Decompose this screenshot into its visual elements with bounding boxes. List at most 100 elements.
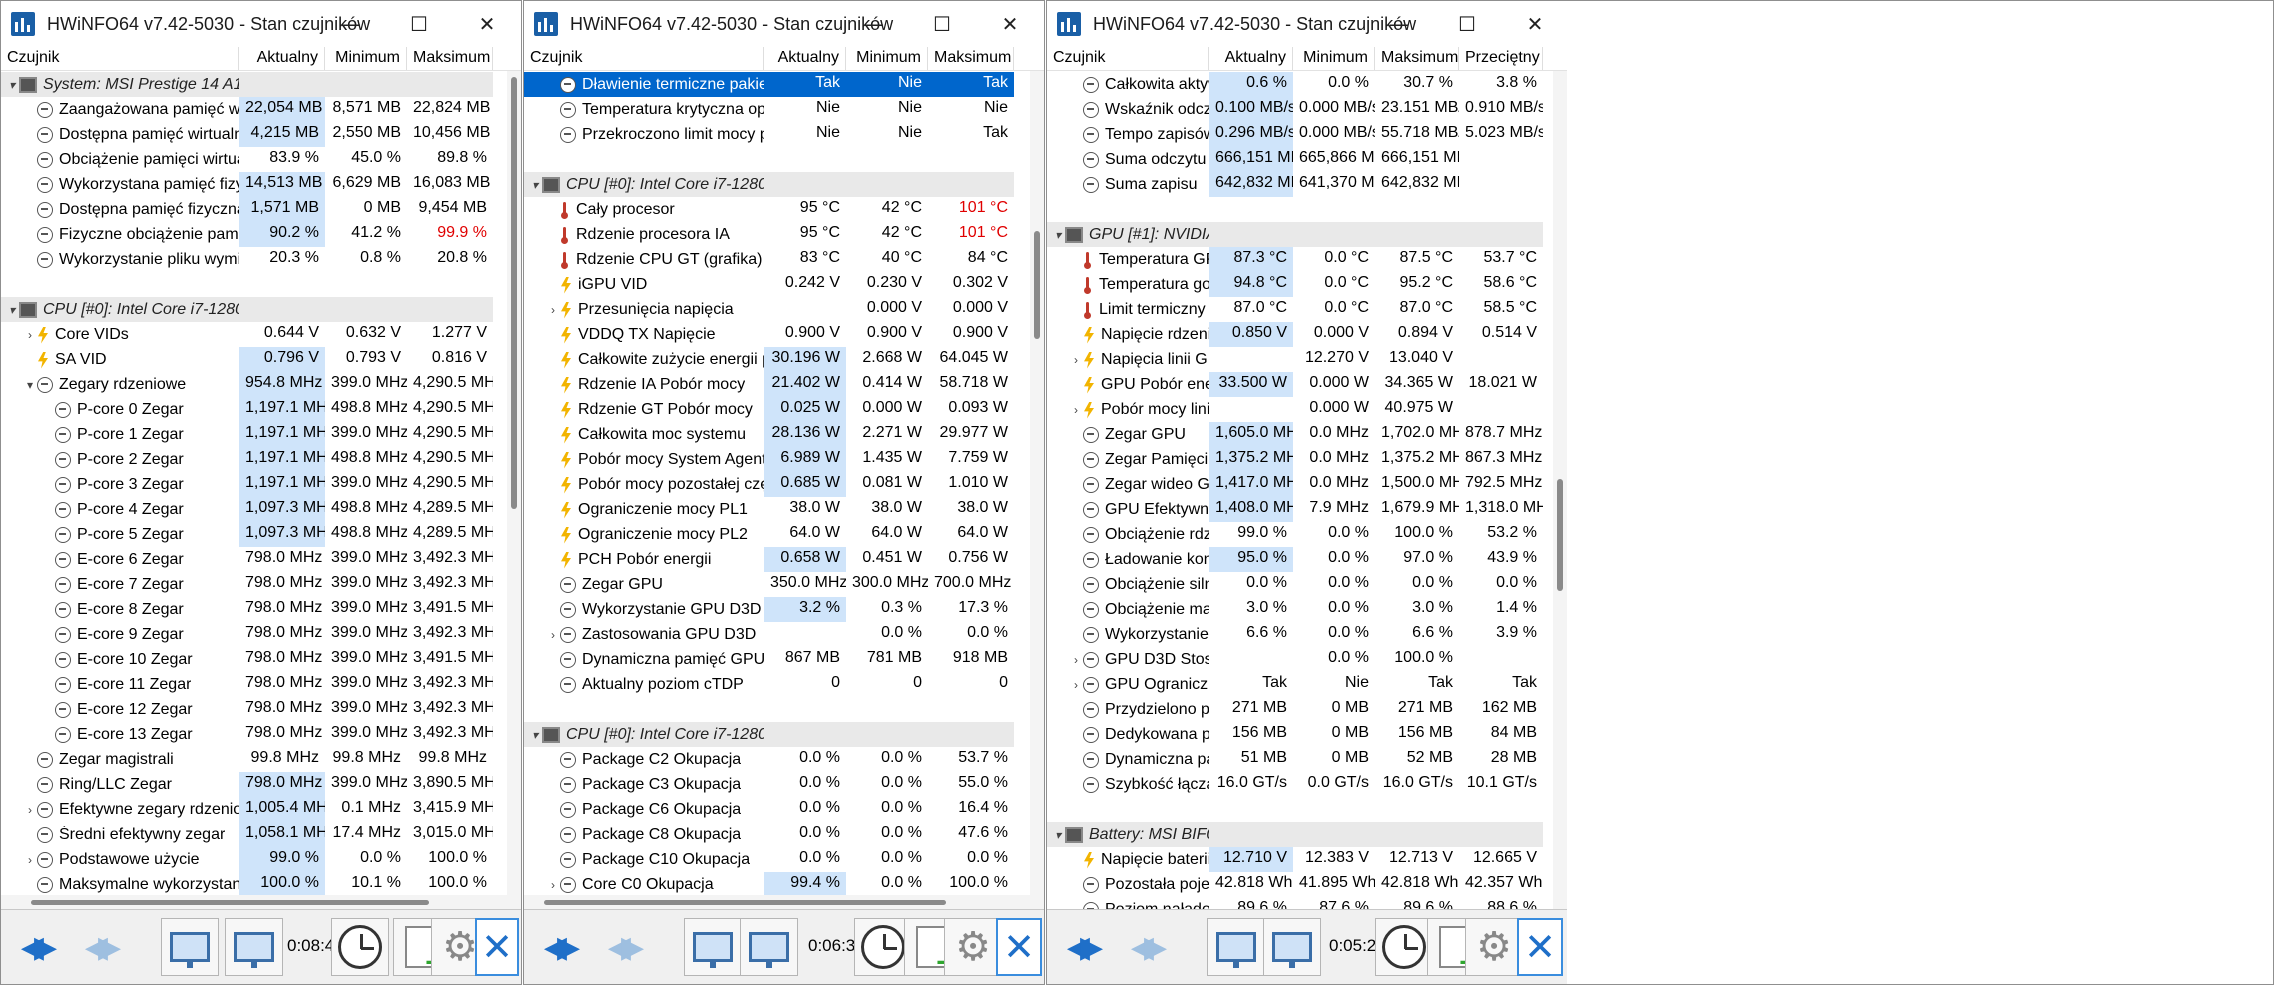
title-bar[interactable]: HWiNFO64 v7.42-5030 - Stan czujników — ☐… — [1, 1, 521, 47]
sensor-row[interactable]: Średni efektywny zegar 1,058.1 MHz 17.4 MH… — [1, 822, 493, 847]
sensor-row[interactable]: Wskaźnik odczytów0.100 MB/s 0.000 MB/s 23.… — [1047, 97, 1543, 122]
clock-reset-button[interactable] — [331, 918, 389, 976]
sensor-row[interactable]: Napięcie baterii 12.710 V 12.383 V 12.713 V… — [1047, 847, 1543, 872]
expand-chevron-icon[interactable]: › — [1069, 353, 1083, 367]
sensor-row[interactable]: E-core 7 Zegar 798.0 MHz 399.0 MHz 3,492.3 … — [1, 572, 493, 597]
sensor-row[interactable]: Cały procesor 95 °C 42 °C 101 °C — [524, 197, 1014, 222]
sensor-row[interactable]: SA VID 0.796 V 0.793 V 0.816 V — [1, 347, 493, 372]
sensor-row[interactable]: E-core 10 Zegar 798.0 MHz 399.0 MHz 3,491.5… — [1, 647, 493, 672]
column-header-max[interactable]: Maksimum — [928, 47, 1014, 70]
title-bar[interactable]: HWiNFO64 v7.42-5030 - Stan czujników — ☐… — [1047, 1, 1569, 47]
column-header-min[interactable]: Minimum — [846, 47, 928, 70]
close-window-button[interactable]: ✕ — [453, 1, 521, 47]
sensor-row[interactable]: › GPU D3D Stosowanie 0.0 % 100.0 % — [1047, 647, 1543, 672]
column-header-max[interactable]: Maksimum — [1375, 47, 1459, 70]
sensor-row[interactable]: › Podstawowe użycie 99.0 % 0.0 % 100.0 % — [1, 847, 493, 872]
clock-reset-button[interactable] — [1375, 918, 1433, 976]
sensor-group-header[interactable]: ▾ Battery: MSI BIF0_9 — [1047, 822, 1543, 847]
sensor-row[interactable]: › Napięcia linii GPU 12.270 V 13.040 V — [1047, 347, 1543, 372]
collapse-chevron-icon[interactable]: ▾ — [1051, 828, 1065, 842]
sensor-group-header[interactable]: ▾ CPU [#0]: Intel Core i7-1280P: Enha... — [524, 172, 1014, 197]
sensor-row[interactable]: P-core 5 Zegar 1,097.3 MHz 498.8 MHz 4,289.… — [1, 522, 493, 547]
column-header-current[interactable]: Aktualny — [1209, 47, 1293, 70]
maximize-button[interactable]: ☐ — [908, 1, 976, 47]
column-header-min[interactable]: Minimum — [325, 47, 407, 70]
navigate-arrows-dim-button[interactable]: ◀▶ — [1115, 918, 1173, 976]
minimize-button[interactable]: — — [1365, 1, 1433, 47]
sensor-row[interactable]: iGPU VID 0.242 V 0.230 V 0.302 V — [524, 272, 1014, 297]
sensor-row[interactable]: GPU Pobór energii33.500 W 0.000 W 34.365 W… — [1047, 372, 1543, 397]
sensor-row[interactable]: P-core 2 Zegar 1,197.1 MHz 498.8 MHz 4,290.… — [1, 447, 493, 472]
sensor-row[interactable]: Zegar magistrali 99.8 MHz 99.8 MHz 99.8 MHz — [1, 747, 493, 772]
sensor-row[interactable]: Wykorzystanie pamięci... 6.6 % 0.0 % 6.6 % 3… — [1047, 622, 1543, 647]
sensor-row[interactable]: Package C2 Okupacja 0.0 % 0.0 % 53.7 % — [524, 747, 1014, 772]
expand-chevron-icon[interactable]: › — [23, 328, 37, 342]
sensor-row[interactable]: Zegar wideo GPU1,417.0 MHz 0.0 MHz 1,500.0… — [1047, 472, 1543, 497]
sensor-row[interactable]: Dynamiczna pamięć G... 51 MB 0 MB 52 MB 28 M… — [1047, 747, 1543, 772]
sensor-group-header[interactable]: ▾ GPU [#1]: NVIDIA Ge... — [1047, 222, 1543, 247]
expand-chevron-icon[interactable]: › — [546, 303, 560, 317]
sensor-row[interactable]: › Efektywne zegary rdzeniowe1,005.4 MHz 0.… — [1, 797, 493, 822]
sensor-row[interactable]: › Zastosowania GPU D3D 0.0 % 0.0 % — [524, 622, 1014, 647]
horizontal-scrollbar[interactable] — [1, 895, 521, 909]
sensor-row[interactable]: E-core 6 Zegar 798.0 MHz 399.0 MHz 3,492.3 … — [1, 547, 493, 572]
sensor-group-header[interactable]: ▾ CPU [#0]: Intel Core i7-1280P: C-Sta... — [524, 722, 1014, 747]
collapse-chevron-icon[interactable]: ▾ — [528, 728, 542, 742]
expand-chevron-icon[interactable]: › — [23, 853, 37, 867]
sensor-row[interactable]: Obciążenie pamięci wirtualnej 83.9 % 45.0 … — [1, 147, 493, 172]
sensor-row[interactable]: Tempo zapisów 0.296 MB/s 0.000 MB/s 55.718 … — [1047, 122, 1543, 147]
expand-chevron-icon[interactable]: › — [1069, 653, 1083, 667]
sensor-row[interactable]: Zaangażowana pamięć wirtualna22,054 MB 8,… — [1, 97, 493, 122]
minimize-button[interactable]: — — [317, 1, 385, 47]
navigate-arrows-dim-button[interactable]: ◀▶ — [69, 918, 127, 976]
sensor-row[interactable]: P-core 4 Zegar 1,097.3 MHz 498.8 MHz 4,289.… — [1, 497, 493, 522]
sensor-row[interactable]: Maksymalne wykorzystanie procesora/100.0… — [1, 872, 493, 897]
sensor-row[interactable]: Suma odczytu666,151 MB665,866 MB666,151 … — [1047, 147, 1543, 172]
sensor-row[interactable]: › Core VIDs 0.644 V 0.632 V 1.277 V — [1, 322, 493, 347]
sensor-row[interactable]: E-core 9 Zegar 798.0 MHz 399.0 MHz 3,492.3 … — [1, 622, 493, 647]
maximize-button[interactable]: ☐ — [385, 1, 453, 47]
sensor-row[interactable]: Przydzielono pamięć G... 271 MB 0 MB 271 MB… — [1047, 697, 1543, 722]
sensor-row[interactable]: Ograniczenie mocy PL1 38.0 W 38.0 W 38.0 W — [524, 497, 1014, 522]
sensor-row[interactable]: Rdzenie procesora IA 95 °C 42 °C 101 °C — [524, 222, 1014, 247]
sensor-row[interactable]: Suma zapisu 642,832 MB 641,370 MB 642,832 M… — [1047, 172, 1543, 197]
close-window-button[interactable]: ✕ — [1501, 1, 1569, 47]
sensor-row[interactable]: Poziom naładowania 89.6 % 87.6 % 89.6 % 88.6… — [1047, 897, 1543, 909]
sensor-row[interactable]: Package C6 Okupacja 0.0 % 0.0 % 16.4 % — [524, 797, 1014, 822]
sensor-group-header[interactable]: ▾ System: MSI Prestige 14 A12UC — [1, 72, 493, 97]
expand-chevron-icon[interactable]: › — [23, 803, 37, 817]
navigate-arrows-button[interactable]: ◀▶ — [1051, 918, 1109, 976]
collapse-chevron-icon[interactable]: ▾ — [5, 303, 19, 317]
settings-button[interactable]: ⚙ — [944, 918, 1002, 976]
collapse-chevron-icon[interactable]: ▾ — [23, 378, 37, 392]
sensor-row[interactable]: Temperatura krytyczna opakowania/pi... Ni… — [524, 97, 1014, 122]
sensor-group-header[interactable]: ▾ CPU [#0]: Intel Core i7-1280P — [1, 297, 493, 322]
sensor-row[interactable]: P-core 0 Zegar 1,197.1 MHz 498.8 MHz 4,290.… — [1, 397, 493, 422]
sensor-row[interactable]: Pobór mocy System Agent 6.989 W 1.435 W 7.7… — [524, 447, 1014, 472]
expand-chevron-icon[interactable]: › — [1069, 678, 1083, 692]
sensor-row[interactable]: Rdzenie GT Pobór mocy 0.025 W 0.000 W 0.093… — [524, 397, 1014, 422]
sensor-row[interactable]: Package C8 Okupacja 0.0 % 0.0 % 47.6 % — [524, 822, 1014, 847]
navigate-arrows-dim-button[interactable]: ◀▶ — [592, 918, 650, 976]
collapse-chevron-icon[interactable]: ▾ — [528, 178, 542, 192]
close-sensors-button[interactable]: ✕ — [475, 918, 519, 976]
sensor-row[interactable]: Dynamiczna pamięć GPU D3D 867 MB 781 MB 918… — [524, 647, 1014, 672]
network-button[interactable] — [1263, 918, 1321, 976]
sensor-row[interactable]: Dławienie termiczne pakietu/pierścienia T… — [524, 72, 1014, 97]
expand-chevron-icon[interactable]: › — [1069, 403, 1083, 417]
sensor-row[interactable]: Wykorzystanie pliku wymiany 20.3 % 0.8 % 20… — [1, 247, 493, 272]
sensor-row[interactable]: Obciążenie magistrali ... 3.0 % 0.0 % 3.0 %… — [1047, 597, 1543, 622]
sensor-row[interactable]: Limit termiczny GPU 87.0 °C 0.0 °C 87.0 °C 5… — [1047, 297, 1543, 322]
navigate-arrows-button[interactable]: ◀▶ — [528, 918, 586, 976]
sensor-row[interactable]: E-core 11 Zegar 798.0 MHz 399.0 MHz 3,492.3… — [1, 672, 493, 697]
monitor-search-button[interactable] — [684, 918, 742, 976]
close-window-button[interactable]: ✕ — [976, 1, 1044, 47]
sensor-row[interactable]: E-core 8 Zegar 798.0 MHz 399.0 MHz 3,491.5 … — [1, 597, 493, 622]
sensor-row[interactable]: Package C10 Okupacja 0.0 % 0.0 % 0.0 % — [524, 847, 1014, 872]
sensor-row[interactable]: Przekroczono limit mocy pakietu/pierś...… — [524, 122, 1014, 147]
sensor-row[interactable]: Całkowite zużycie energii przez procesor… — [524, 347, 1014, 372]
sensor-row[interactable]: Temperatura gorącego...94.8 °C 0.0 °C 95.2… — [1047, 272, 1543, 297]
sensor-row[interactable]: Ring/LLC Zegar 798.0 MHz 399.0 MHz 3,890.5 … — [1, 772, 493, 797]
sensor-row[interactable]: Ładowanie kontrolera ...95.0 % 0.0 % 97.0 … — [1047, 547, 1543, 572]
close-sensors-button[interactable]: ✕ — [996, 918, 1042, 976]
